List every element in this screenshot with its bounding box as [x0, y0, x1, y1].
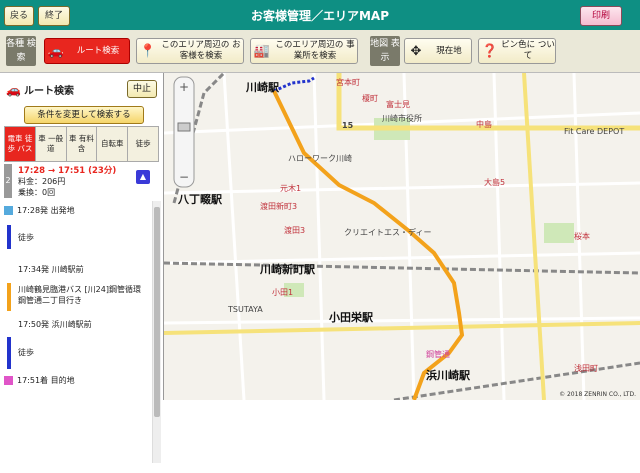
station-label: 川崎新町駅 — [260, 263, 315, 276]
mode-train-walk-bus[interactable]: 電車 徒歩 バス — [4, 126, 36, 162]
poi-label: 川崎市役所 — [382, 114, 422, 123]
bus-bar — [7, 283, 11, 311]
area-label: 渡田3 — [284, 226, 306, 235]
step-stop: 17:34発 川崎駅前 — [18, 265, 84, 274]
route-sidebar: 🚗 ルート検索 中止 条件を変更して検索する 電車 徒歩 バス 車 一般道 車 有… — [0, 73, 164, 463]
route-transfers: 乗換：0回 — [18, 188, 56, 197]
step-bus: 川崎鶴見臨港バス [川24]鋼管循環 鋼管通二丁目行き — [18, 285, 141, 305]
area-offices-button[interactable]: 🏭 このエリア周辺の 事業所を検索 — [250, 38, 358, 64]
current-location-button[interactable]: ✥ 現在地 — [404, 38, 472, 64]
map-view[interactable]: + − 川崎駅 八丁畷駅 川崎新町駅 小田栄駅 浜川崎駅 宮本町 富士見 榎町 … — [164, 73, 640, 400]
road-number-label: 15 — [342, 121, 354, 130]
area-label: 榎町 — [362, 94, 378, 103]
start-marker-icon — [4, 206, 13, 215]
walk-route — [273, 76, 315, 93]
mode-car-local[interactable]: 車 一般道 — [34, 126, 67, 162]
route-title: ルート検索 — [23, 86, 74, 97]
area-label: 渡田新町3 — [260, 202, 298, 211]
poi-label: ハローワーク川崎 — [288, 154, 352, 163]
route-time: 17:28 → 17:51 (23分) — [18, 166, 117, 176]
copyright: © 2018 ZENRIN CO., LTD. — [559, 391, 636, 398]
question-icon: ❓ — [481, 43, 499, 59]
area-label: 宮本町 — [336, 78, 360, 87]
route-header: 🚗 ルート検索 — [6, 82, 74, 97]
step-walk: 徒歩 — [18, 348, 34, 357]
poi-label: Fit Care DEPOT — [564, 127, 625, 136]
page-title: お客様管理／エリアMAP — [250, 9, 390, 23]
area-offices-label: このエリア周辺の 事業所を検索 — [275, 40, 355, 61]
zoom-control: + − — [173, 76, 195, 188]
step-stop: 17:50発 浜川崎駅前 — [18, 320, 92, 329]
step-start-text: 17:28発 出発地 — [17, 206, 75, 215]
poi-label: クリエイトエス・ディー — [344, 228, 432, 237]
area-label: 浅田町 — [574, 364, 598, 373]
main-road — [522, 73, 546, 400]
step-walk: 徒歩 — [18, 233, 34, 242]
map-display-group-label: 地図 表示 — [370, 36, 400, 66]
area-label: 大島5 — [484, 178, 506, 187]
pin-color-button[interactable]: ❓ ピン色に ついて — [478, 38, 556, 64]
transport-modes: 電車 徒歩 バス 車 一般道 車 有料含 自転車 徒歩 — [4, 126, 159, 162]
step-start: 17:28発 出発地 — [4, 205, 151, 216]
area-customers-label: このエリア周辺の お客様を検索 — [161, 40, 241, 61]
poi-label: TSUTAYA — [228, 305, 263, 314]
current-location-label: 現在地 — [436, 45, 462, 56]
station-label: 浜川崎駅 — [426, 369, 470, 382]
main-road — [164, 321, 640, 335]
route-steps: 17:28発 出発地 徒歩 17:34発 川崎駅前 川崎鶴見臨港バス [川24]… — [4, 201, 151, 473]
route-search-button[interactable]: 🚗 ルート検索 — [44, 38, 130, 64]
stop-button[interactable]: 中止 — [127, 80, 157, 98]
area-label: 中島 — [476, 120, 492, 129]
pin-color-label: ピン色に ついて — [501, 40, 555, 61]
toolbar: 各種 検索 🚗 ルート検索 📍 このエリア周辺の お客様を検索 🏭 このエリア周… — [0, 30, 640, 73]
sidebar-scrollbar[interactable] — [152, 201, 161, 463]
crosshair-icon: ✥ — [410, 43, 422, 59]
route-number: 2 — [4, 164, 12, 198]
svg-text:−: − — [179, 170, 189, 184]
area-label: 桜本 — [574, 232, 590, 241]
top-bar: 戻る 終了 お客様管理／エリアMAP 印刷 — [0, 0, 640, 30]
area-label: 元木1 — [280, 184, 302, 193]
mode-bicycle[interactable]: 自転車 — [96, 126, 129, 162]
print-button[interactable]: 印刷 — [580, 6, 622, 26]
car-icon: 🚗 — [47, 43, 65, 59]
mode-walk[interactable]: 徒歩 — [127, 126, 159, 162]
walk-bar — [7, 225, 11, 249]
step-end: 17:51着 目的地 — [4, 375, 151, 386]
factory-icon: 🏭 — [253, 43, 271, 59]
route-summary[interactable]: 2 17:28 → 17:51 (23分) 料金：206円 乗換：0回 ▲ — [4, 164, 158, 198]
end-marker-icon — [4, 376, 13, 385]
area-label: 鋼管通 — [426, 350, 450, 359]
search-group-label: 各種 検索 — [6, 36, 36, 66]
area-label: 富士見 — [386, 100, 410, 109]
route-search-label: ルート検索 — [76, 45, 120, 56]
area-customers-button[interactable]: 📍 このエリア周辺の お客様を検索 — [136, 38, 244, 64]
car-icon: 🚗 — [6, 83, 21, 97]
mode-car-toll[interactable]: 車 有料含 — [65, 126, 98, 162]
route-fare: 料金：206円 — [18, 177, 66, 186]
map-pin-icon: 📍 — [139, 43, 157, 59]
step-end-text: 17:51着 目的地 — [17, 376, 75, 385]
station-label: 川崎駅 — [246, 81, 279, 94]
area-label: 小田1 — [272, 288, 294, 297]
park-area — [544, 223, 574, 243]
scroll-thumb[interactable] — [154, 207, 160, 417]
walk-bar — [7, 337, 11, 369]
station-label: 八丁畷駅 — [178, 193, 222, 206]
svg-text:+: + — [179, 80, 189, 94]
collapse-up-icon[interactable]: ▲ — [136, 170, 150, 184]
change-conditions-button[interactable]: 条件を変更して検索する — [24, 106, 144, 124]
station-label: 小田栄駅 — [329, 311, 373, 324]
